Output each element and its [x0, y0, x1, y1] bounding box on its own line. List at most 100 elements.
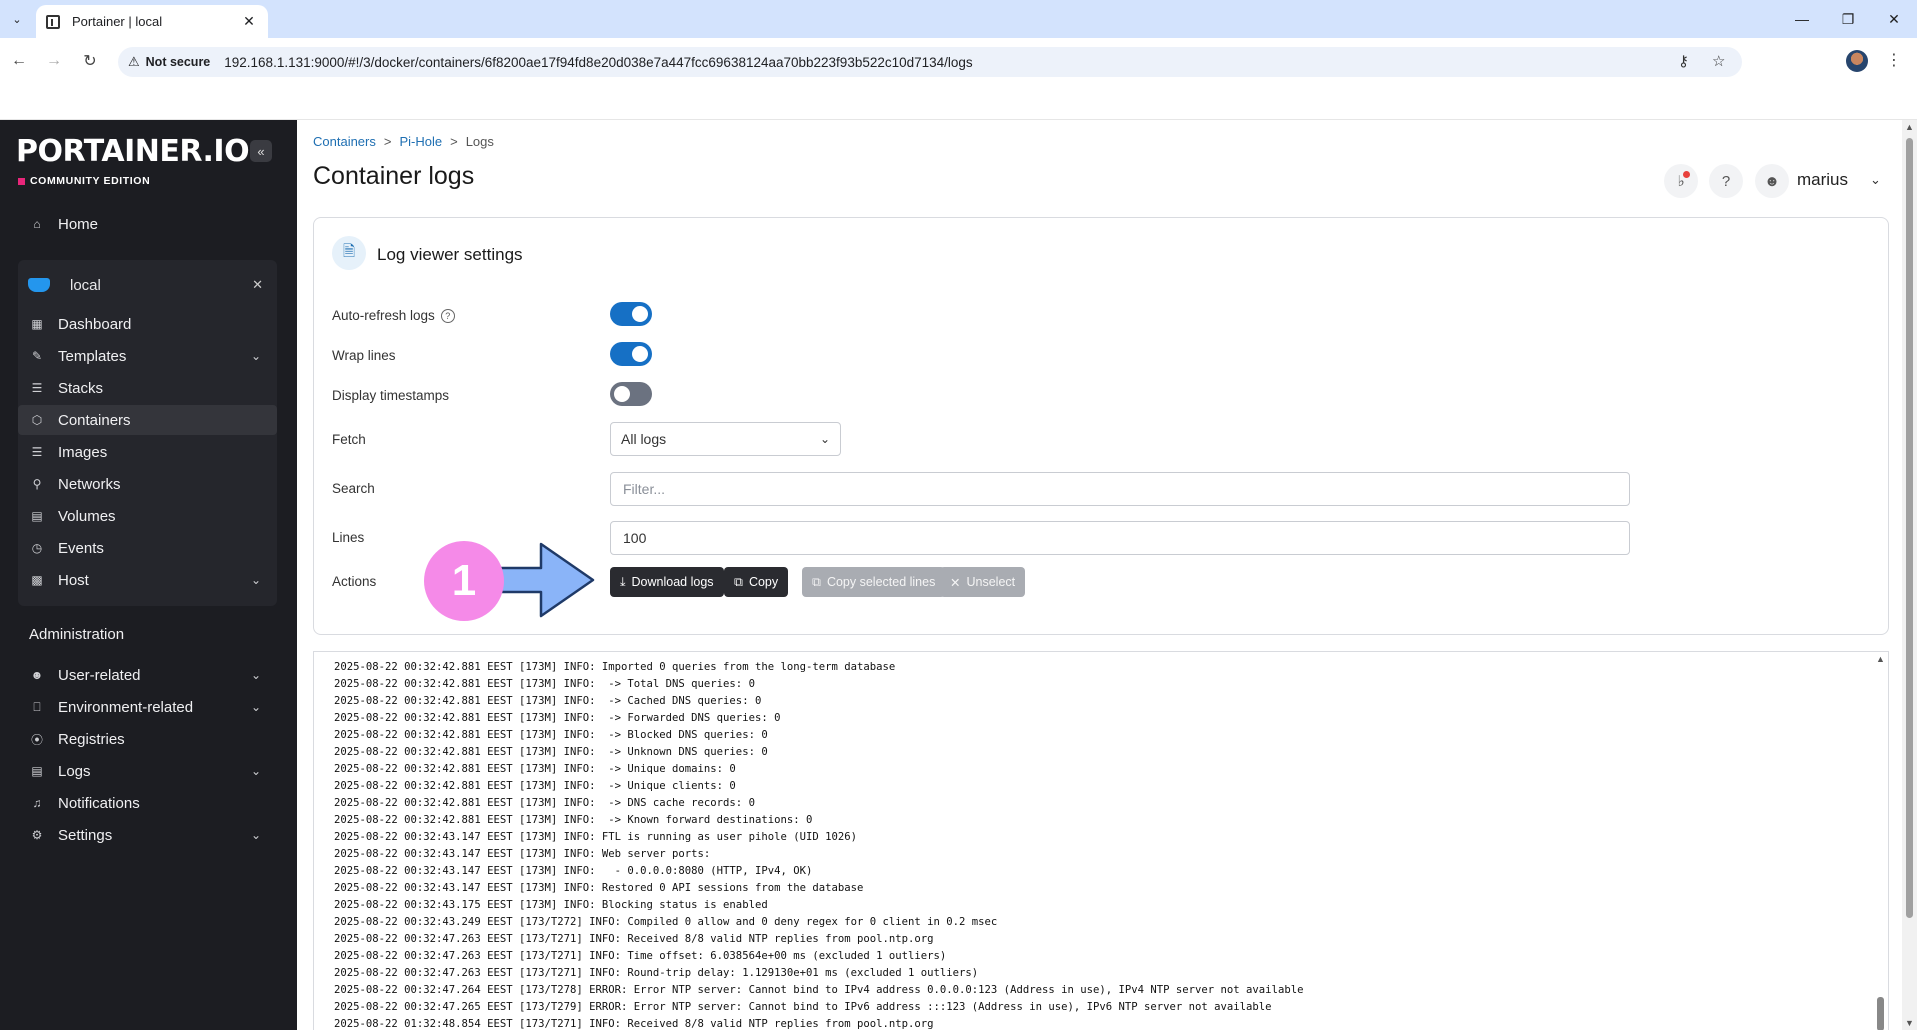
profile-avatar[interactable]	[1846, 50, 1868, 72]
chevron-down-icon[interactable]: ⌄	[251, 349, 261, 363]
sidebar-item-notifications[interactable]: ♫ Notifications	[18, 788, 277, 818]
user-menu-chevron-icon[interactable]: ⌄	[1870, 172, 1881, 188]
help-button[interactable]: ?	[1709, 164, 1743, 198]
actions-label: Actions	[332, 574, 377, 589]
lines-input[interactable]: 100	[610, 521, 1630, 555]
wrap-lines-label: Wrap lines	[332, 348, 396, 363]
log-line[interactable]: 2025-08-22 00:32:47.263 EEST [173/T271] …	[334, 965, 1303, 982]
sidebar-item-user-related[interactable]: ☻ User-related ⌄	[18, 660, 277, 690]
log-line[interactable]: 2025-08-22 00:32:42.881 EEST [173M] INFO…	[334, 778, 1303, 795]
templates-icon: ✎	[31, 349, 43, 363]
browser-menu-icon[interactable]: ⋮	[1886, 50, 1902, 70]
environment-icon: ⎕	[33, 699, 41, 714]
tab-close-icon[interactable]: ✕	[240, 13, 258, 30]
sidebar-item-containers[interactable]: ⬡ Containers	[18, 405, 277, 435]
log-line[interactable]: 2025-08-22 00:32:43.175 EEST [173M] INFO…	[334, 897, 1303, 914]
unselect-button[interactable]: ✕ Unselect	[940, 567, 1026, 597]
chevron-down-icon[interactable]: ⌄	[251, 573, 261, 587]
log-output[interactable]: 2025-08-22 00:32:42.881 EEST [173M] INFO…	[313, 651, 1889, 1030]
log-line[interactable]: 2025-08-22 00:32:43.147 EEST [173M] INFO…	[334, 863, 1303, 880]
log-line[interactable]: 2025-08-22 00:32:42.881 EEST [173M] INFO…	[334, 761, 1303, 778]
log-line[interactable]: 2025-08-22 00:32:42.881 EEST [173M] INFO…	[334, 812, 1303, 829]
page-scroll-thumb[interactable]	[1906, 138, 1913, 918]
log-line[interactable]: 2025-08-22 00:32:43.147 EEST [173M] INFO…	[334, 846, 1303, 863]
download-logs-button[interactable]: ⤓ Download logs	[610, 567, 724, 597]
log-line[interactable]: 2025-08-22 00:32:47.265 EEST [173/T279] …	[334, 999, 1303, 1016]
log-line[interactable]: 2025-08-22 00:32:43.147 EEST [173M] INFO…	[334, 829, 1303, 846]
log-line[interactable]: 2025-08-22 00:32:42.881 EEST [173M] INFO…	[334, 710, 1303, 727]
fetch-select[interactable]: All logs ⌄	[610, 422, 841, 456]
copy-button[interactable]: ⧉ Copy	[724, 567, 789, 597]
breadcrumb-separator: >	[450, 134, 458, 149]
breadcrumb-containers[interactable]: Containers	[313, 134, 376, 149]
volumes-icon: ▤	[31, 509, 43, 523]
notifications-bell-button[interactable]: ♭	[1664, 164, 1698, 198]
display-timestamps-toggle[interactable]	[610, 382, 652, 406]
sidebar-item-host[interactable]: ▩ Host ⌄	[18, 565, 277, 595]
scroll-up-icon[interactable]: ▲	[1876, 654, 1885, 664]
sidebar-item-dashboard[interactable]: ▦ Dashboard	[18, 309, 277, 339]
breadcrumb-pihole[interactable]: Pi-Hole	[399, 134, 442, 149]
search-input[interactable]: Filter...	[610, 472, 1630, 506]
stacks-icon: ☰	[31, 381, 43, 395]
chevron-down-icon[interactable]: ⌄	[251, 700, 261, 714]
display-timestamps-label: Display timestamps	[332, 388, 450, 403]
sidebar-item-templates[interactable]: ✎ Templates ⌄	[18, 341, 277, 371]
environment-header[interactable]: local ✕	[18, 265, 277, 305]
minimize-icon[interactable]: —	[1779, 6, 1825, 32]
log-line[interactable]: 2025-08-22 00:32:42.881 EEST [173M] INFO…	[334, 659, 1303, 676]
log-scrollbar[interactable]: ▲	[1874, 652, 1888, 1030]
bookmark-star-icon[interactable]: ☆	[1712, 52, 1725, 70]
log-line[interactable]: 2025-08-22 00:32:47.264 EEST [173/T278] …	[334, 982, 1303, 999]
log-line[interactable]: 2025-08-22 00:32:43.249 EEST [173/T272] …	[334, 914, 1303, 931]
log-line[interactable]: 2025-08-22 00:32:47.263 EEST [173/T271] …	[334, 948, 1303, 965]
chevron-down-icon[interactable]: ⌄	[251, 764, 261, 778]
sidebar: PORTAINER.IO COMMUNITY EDITION « ⌂ Home …	[0, 120, 297, 1030]
forward-icon[interactable]: →	[43, 50, 65, 72]
user-name[interactable]: marius	[1797, 170, 1848, 190]
close-environment-icon[interactable]: ✕	[252, 277, 263, 293]
sidebar-item-stacks[interactable]: ☰ Stacks	[18, 373, 277, 403]
log-line[interactable]: 2025-08-22 00:32:42.881 EEST [173M] INFO…	[334, 744, 1303, 761]
wrap-lines-toggle[interactable]	[610, 342, 652, 366]
password-key-icon[interactable]: ⚷	[1678, 52, 1689, 70]
log-line[interactable]: 2025-08-22 01:32:48.854 EEST [173/T271] …	[334, 1016, 1303, 1030]
sidebar-item-volumes[interactable]: ▤ Volumes	[18, 501, 277, 531]
users-icon: ☻	[30, 668, 44, 682]
scroll-down-icon[interactable]: ▼	[1905, 1018, 1914, 1028]
home-icon: ⌂	[33, 217, 41, 231]
chevron-down-icon[interactable]: ⌄	[251, 828, 261, 842]
log-line[interactable]: 2025-08-22 00:32:42.881 EEST [173M] INFO…	[334, 727, 1303, 744]
sidebar-item-registries[interactable]: ⦿ Registries	[18, 724, 277, 754]
copy-selected-lines-button[interactable]: ⧉ Copy selected lines	[802, 567, 946, 597]
chevron-down-icon[interactable]: ⌄	[251, 668, 261, 682]
scroll-up-icon[interactable]: ▲	[1905, 122, 1914, 132]
log-line[interactable]: 2025-08-22 00:32:42.881 EEST [173M] INFO…	[334, 676, 1303, 693]
sidebar-item-images[interactable]: ☰ Images	[18, 437, 277, 467]
restore-icon[interactable]: ❐	[1825, 6, 1871, 32]
portainer-logo: PORTAINER.IO	[16, 134, 250, 169]
tab-search-icon[interactable]: ⌄	[6, 8, 28, 30]
log-scroll-thumb[interactable]	[1877, 997, 1884, 1030]
sidebar-item-environment-related[interactable]: ⎕ Environment-related ⌄	[18, 692, 277, 722]
help-circle-icon[interactable]: ?	[440, 308, 455, 323]
browser-tab[interactable]: Portainer | local ✕	[36, 5, 268, 38]
log-line[interactable]: 2025-08-22 00:32:47.263 EEST [173/T271] …	[334, 931, 1303, 948]
log-line[interactable]: 2025-08-22 00:32:43.147 EEST [173M] INFO…	[334, 880, 1303, 897]
sidebar-item-networks[interactable]: ⚲ Networks	[18, 469, 277, 499]
collapse-sidebar-button[interactable]: «	[250, 140, 272, 162]
address-bar: ← → ↻ ⚠ Not secure 192.168.1.131:9000/#!…	[0, 38, 1917, 84]
back-icon[interactable]: ←	[8, 50, 30, 72]
reload-icon[interactable]: ↻	[79, 50, 101, 72]
log-line[interactable]: 2025-08-22 00:32:42.881 EEST [173M] INFO…	[334, 795, 1303, 812]
sidebar-item-home[interactable]: ⌂ Home	[18, 209, 277, 239]
page-scrollbar[interactable]: ▲ ▼	[1902, 120, 1917, 1030]
url-field[interactable]: ⚠ Not secure 192.168.1.131:9000/#!/3/doc…	[118, 47, 1742, 77]
log-line[interactable]: 2025-08-22 00:32:42.881 EEST [173M] INFO…	[334, 693, 1303, 710]
window-close-icon[interactable]: ✕	[1871, 6, 1917, 32]
sidebar-item-settings[interactable]: ⚙ Settings ⌄	[18, 820, 277, 850]
auto-refresh-toggle[interactable]	[610, 302, 652, 326]
user-avatar[interactable]: ☻	[1755, 164, 1789, 198]
sidebar-item-events[interactable]: ◷ Events	[18, 533, 277, 563]
sidebar-item-logs[interactable]: ▤ Logs ⌄	[18, 756, 277, 786]
